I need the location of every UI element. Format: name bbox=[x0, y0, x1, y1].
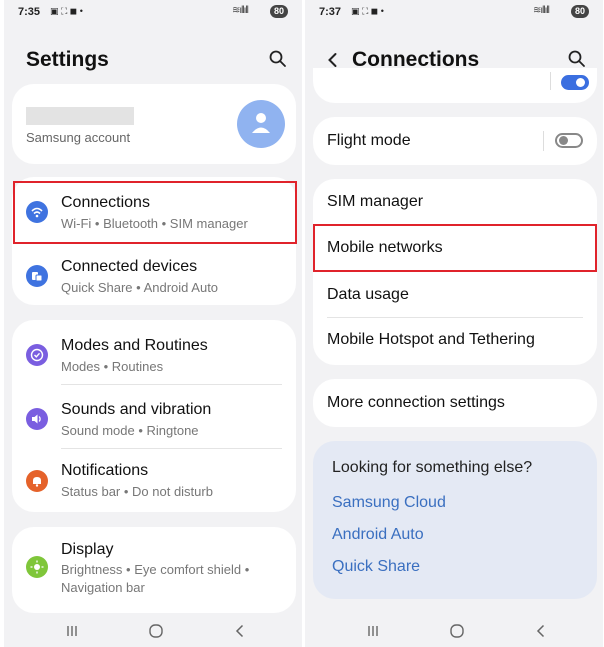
bell-icon bbox=[26, 470, 48, 492]
flight-mode-card[interactable]: Flight mode bbox=[313, 117, 597, 165]
notification-icons: ▣ ⛶ ◼ • bbox=[351, 6, 384, 16]
item-subtitle: Status bar • Do not disturb bbox=[61, 484, 213, 499]
item-title: Sounds and vibration bbox=[61, 401, 212, 418]
home-icon[interactable] bbox=[447, 621, 467, 641]
check-circle-icon bbox=[26, 344, 48, 366]
connections-item-data-usage[interactable]: Data usage bbox=[313, 271, 597, 317]
toggle-switch[interactable] bbox=[561, 75, 589, 90]
navigation-bar bbox=[305, 615, 603, 647]
link-samsung-cloud[interactable]: Samsung Cloud bbox=[332, 494, 446, 512]
item-subtitle: Quick Share • Android Auto bbox=[61, 280, 219, 295]
item-subtitle: Sound mode • Ringtone bbox=[61, 423, 199, 438]
item-title: SIM manager bbox=[327, 193, 424, 210]
settings-screen: 7:35 ▣ ⛶ ◼ • ≋ıllıll 80 Settings Samsung… bbox=[4, 0, 302, 647]
account-card[interactable]: Samsung account bbox=[12, 84, 296, 164]
item-subtitle: Brightness • Eye comfort shield • bbox=[61, 562, 250, 577]
navigation-bar bbox=[4, 615, 302, 647]
item-title: Mobile Hotspot and Tethering bbox=[327, 331, 535, 348]
recents-icon[interactable] bbox=[62, 621, 82, 641]
highlight-box bbox=[13, 181, 297, 244]
item-title: Data usage bbox=[327, 286, 409, 303]
status-time: 7:35 bbox=[18, 6, 41, 18]
flight-mode-toggle[interactable] bbox=[555, 133, 583, 148]
item-subtitle: Modes • Routines bbox=[61, 359, 164, 374]
notification-icons: ▣ ⛶ ◼ • bbox=[50, 6, 83, 16]
divider bbox=[550, 72, 551, 90]
back-icon[interactable] bbox=[230, 621, 250, 641]
connections-item-sim-manager[interactable]: SIM manager bbox=[313, 179, 597, 225]
item-title: Flight mode bbox=[327, 132, 411, 149]
status-bar: 7:37 ▣ ⛶ ◼ • ≋ıllıll 80 bbox=[305, 0, 603, 24]
display-card: Display Brightness • Eye comfort shield … bbox=[12, 527, 296, 613]
home-icon[interactable] bbox=[146, 621, 166, 641]
item-title: Modes and Routines bbox=[61, 337, 208, 354]
signal-icon: ≋ıllıll bbox=[533, 5, 550, 16]
status-time: 7:37 bbox=[319, 6, 342, 18]
search-icon[interactable] bbox=[266, 47, 290, 71]
item-title: Display bbox=[61, 541, 114, 558]
suggestions-heading: Looking for something else? bbox=[332, 459, 533, 476]
status-bar: 7:35 ▣ ⛶ ◼ • ≋ıllıll 80 bbox=[4, 0, 302, 24]
volume-icon bbox=[26, 408, 48, 430]
item-title: More connection settings bbox=[327, 394, 505, 411]
scrolled-card bbox=[313, 68, 597, 103]
settings-item-sounds[interactable]: Sounds and vibration Sound mode • Ringto… bbox=[12, 384, 296, 448]
sun-icon bbox=[26, 556, 48, 578]
highlight-box bbox=[313, 224, 597, 272]
account-label: Samsung account bbox=[26, 130, 131, 145]
modes-card: Modes and Routines Modes • Routines Soun… bbox=[12, 320, 296, 512]
settings-item-connected-devices[interactable]: Connected devices Quick Share • Android … bbox=[12, 241, 296, 305]
settings-item-display[interactable]: Display Brightness • Eye comfort shield … bbox=[12, 527, 296, 613]
settings-item-notifications[interactable]: Notifications Status bar • Do not distur… bbox=[12, 448, 296, 512]
battery-icon: 80 bbox=[571, 5, 589, 18]
item-title: Connected devices bbox=[61, 258, 198, 275]
recents-icon[interactable] bbox=[363, 621, 383, 641]
link-android-auto[interactable]: Android Auto bbox=[332, 526, 424, 544]
item-title: Notifications bbox=[61, 462, 149, 479]
account-name-placeholder bbox=[26, 107, 134, 125]
connections-screen: 7:37 ▣ ⛶ ◼ • ≋ıllıll 80 Connections Flig… bbox=[305, 0, 603, 647]
devices-icon bbox=[26, 265, 48, 287]
connections-item-hotspot[interactable]: Mobile Hotspot and Tethering bbox=[313, 317, 597, 365]
more-settings-card[interactable]: More connection settings bbox=[313, 379, 597, 427]
page-title: Settings bbox=[26, 48, 109, 71]
divider bbox=[543, 131, 544, 151]
avatar[interactable] bbox=[237, 100, 285, 148]
back-icon[interactable] bbox=[531, 621, 551, 641]
sim-group-card: SIM manager Mobile networks Data usage M… bbox=[313, 179, 597, 365]
link-quick-share[interactable]: Quick Share bbox=[332, 558, 420, 576]
signal-icon: ≋ıllıll bbox=[232, 5, 249, 16]
battery-icon: 80 bbox=[270, 5, 288, 18]
suggestions-card: Looking for something else? Samsung Clou… bbox=[313, 441, 597, 599]
settings-item-modes-routines[interactable]: Modes and Routines Modes • Routines bbox=[12, 320, 296, 384]
item-subtitle: Navigation bar bbox=[61, 580, 145, 595]
